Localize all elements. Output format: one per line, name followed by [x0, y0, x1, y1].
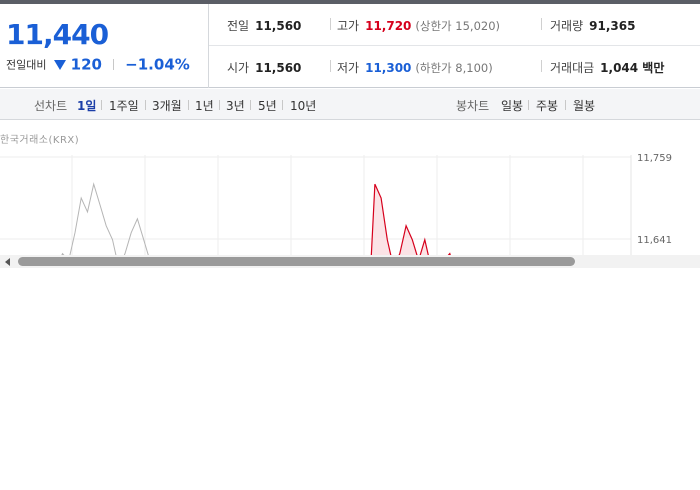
- period-monthly[interactable]: 월봉: [573, 97, 595, 114]
- open-value: 11,560: [255, 61, 302, 75]
- divider: [250, 100, 251, 110]
- prev-close-value: 11,560: [255, 19, 302, 33]
- chart-scrollbar[interactable]: [0, 255, 700, 268]
- down-triangle-icon: [53, 59, 66, 70]
- stat-high: 고가 11,720 (상한가 15,020): [337, 17, 500, 34]
- period-5y[interactable]: 5년: [258, 97, 277, 114]
- high-label: 고가: [337, 19, 360, 33]
- stat-open: 시가 11,560: [227, 59, 301, 76]
- divider: [282, 100, 283, 110]
- divider: [528, 100, 529, 110]
- upper-limit: (상한가 15,020): [415, 19, 501, 33]
- divider: [330, 18, 331, 30]
- volume-label: 거래량: [550, 19, 584, 33]
- line-chart-label: 선차트: [34, 99, 68, 113]
- period-daily[interactable]: 일봉: [501, 97, 523, 114]
- divider: [145, 100, 146, 110]
- series-area-up: [371, 184, 451, 255]
- scroll-thumb[interactable]: [18, 257, 575, 266]
- trade-value-label: 거래대금: [550, 61, 595, 75]
- price-box: 11,440 전일대비 120 −1.04%: [0, 4, 209, 88]
- volume-value: 91,365: [589, 19, 636, 33]
- current-price: 11,440: [6, 18, 109, 51]
- stat-volume: 거래량 91,365: [550, 17, 635, 34]
- candle-chart-label: 봉차트: [456, 99, 490, 113]
- divider: [565, 100, 566, 110]
- period-3m[interactable]: 3개월: [152, 97, 182, 114]
- period-bar: 선차트 1일 1주일 3개월 1년 3년 5년 10년 봉차트 일봉 주봉 월봉: [0, 89, 700, 120]
- stat-low: 저가 11,300 (하한가 8,100): [337, 59, 493, 76]
- series-line-past: [61, 182, 149, 255]
- divider: [113, 59, 115, 70]
- chart-area: 한국거래소(KRX) 11,75911,64111,523: [0, 121, 700, 255]
- lower-limit: (하한가 8,100): [415, 61, 493, 75]
- divider: [541, 60, 542, 72]
- stat-trade-value: 거래대금 1,044 백만: [550, 59, 664, 76]
- high-value: 11,720: [365, 19, 412, 33]
- divider: [188, 100, 189, 110]
- scroll-left-arrow-icon[interactable]: [5, 258, 10, 266]
- prev-close-label: 전일: [227, 19, 250, 33]
- period-weekly[interactable]: 주봉: [536, 97, 558, 114]
- y-tick-label: 11,641: [637, 235, 672, 246]
- stat-prev-close: 전일 11,560: [227, 17, 301, 34]
- change-value: 120: [70, 55, 102, 74]
- low-value: 11,300: [365, 61, 412, 75]
- change-label: 전일대비: [6, 58, 47, 72]
- period-1d[interactable]: 1일: [77, 97, 96, 114]
- period-10y[interactable]: 10년: [290, 97, 316, 114]
- stats-row-1: 전일 11,560 고가 11,720 (상한가 15,020) 거래량 91,365: [209, 4, 700, 46]
- divider: [330, 60, 331, 72]
- trade-value-value: 1,044 백만: [600, 61, 665, 75]
- price-chart: 11,75911,64111,523: [0, 153, 672, 255]
- stats-row-2: 시가 11,560 저가 11,300 (하한가 8,100) 거래대금 1,044 백…: [209, 46, 700, 88]
- quote-panel: 11,440 전일대비 120 −1.04% 전일 11,560 고가 11,720…: [0, 4, 700, 88]
- period-1y[interactable]: 1년: [195, 97, 214, 114]
- change-rate: −1.04%: [125, 55, 190, 74]
- period-1w[interactable]: 1주일: [109, 97, 139, 114]
- y-tick-label: 11,759: [637, 153, 672, 164]
- low-label: 저가: [337, 61, 360, 75]
- change-row: 전일대비 120 −1.04%: [6, 54, 190, 74]
- divider: [541, 18, 542, 30]
- open-label: 시가: [227, 61, 250, 75]
- period-3y[interactable]: 3년: [226, 97, 245, 114]
- divider: [219, 100, 220, 110]
- divider: [101, 100, 102, 110]
